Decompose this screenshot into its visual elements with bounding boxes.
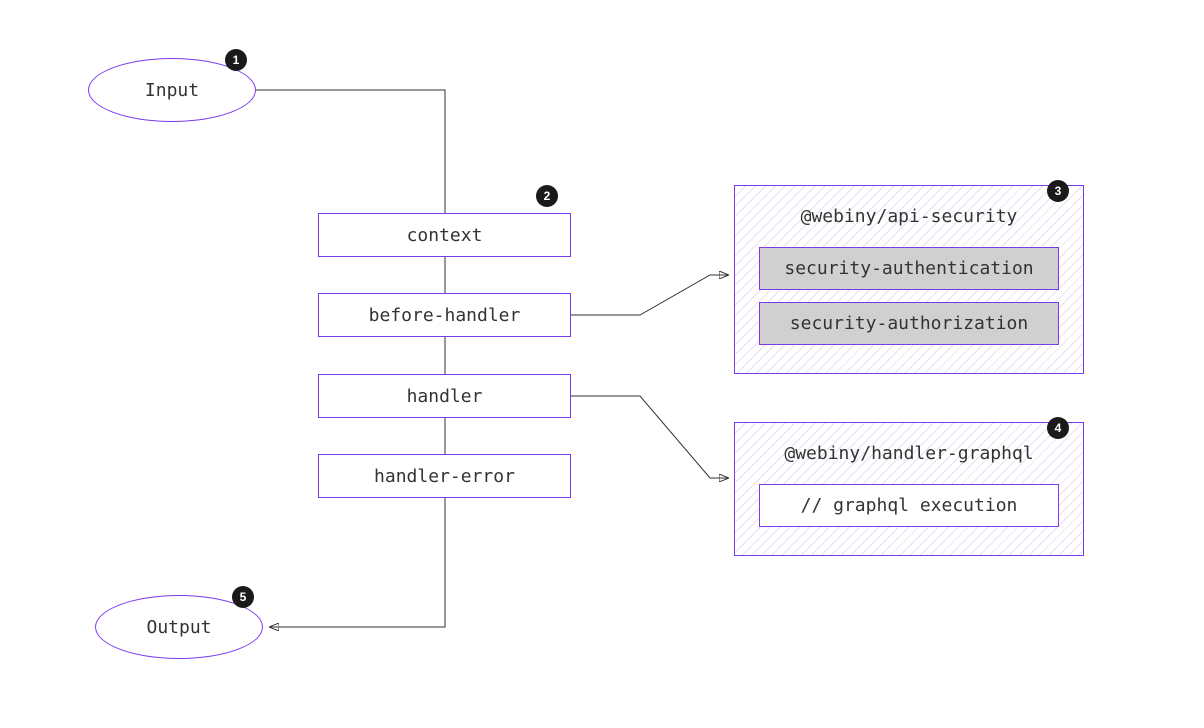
- input-label: Input: [145, 80, 199, 101]
- context-box: context: [318, 213, 571, 257]
- badge-5: 5: [232, 586, 254, 608]
- api-security-title: @webiny/api-security: [801, 206, 1018, 227]
- security-authentication-box: security-authentication: [759, 247, 1059, 290]
- handler-graphql-title: @webiny/handler-graphql: [784, 443, 1033, 464]
- before-handler-label: before-handler: [369, 305, 521, 326]
- before-handler-box: before-handler: [318, 293, 571, 337]
- output-label: Output: [146, 617, 211, 638]
- badge-3: 3: [1047, 180, 1069, 202]
- badge-2: 2: [536, 185, 558, 207]
- handler-label: handler: [407, 386, 483, 407]
- handler-error-label: handler-error: [374, 466, 515, 487]
- diagram-canvas: Input 1 context 2 before-handler handler…: [0, 0, 1204, 728]
- handler-box: handler: [318, 374, 571, 418]
- context-label: context: [407, 225, 483, 246]
- api-security-package: @webiny/api-security security-authentica…: [734, 185, 1084, 374]
- handler-graphql-package: @webiny/handler-graphql // graphql execu…: [734, 422, 1084, 556]
- badge-4: 4: [1047, 417, 1069, 439]
- badge-1: 1: [225, 49, 247, 71]
- security-authorization-box: security-authorization: [759, 302, 1059, 345]
- handler-error-box: handler-error: [318, 454, 571, 498]
- graphql-execution-box: // graphql execution: [759, 484, 1059, 527]
